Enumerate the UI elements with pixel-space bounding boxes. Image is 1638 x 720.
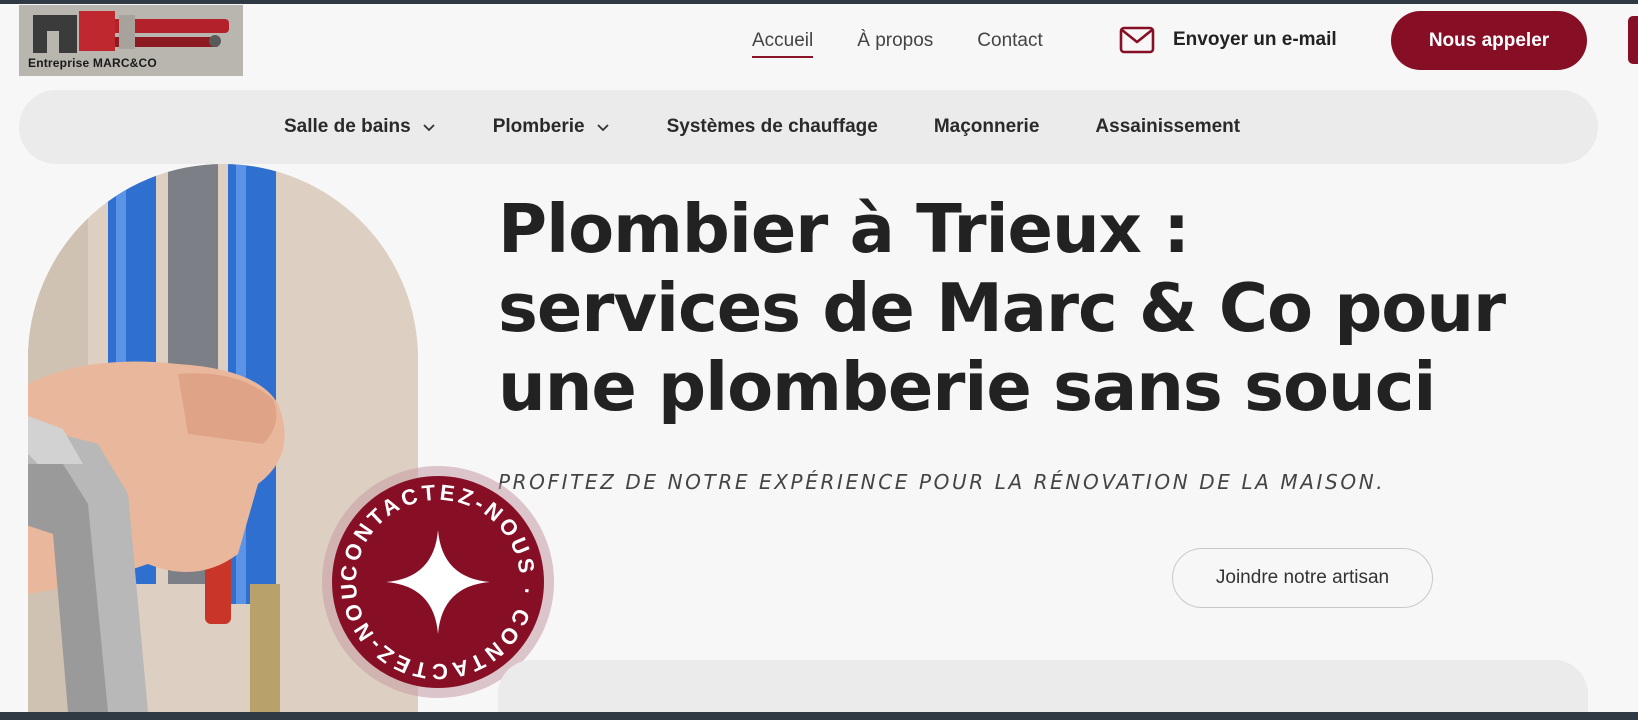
nav-link-a-propos[interactable]: À propos <box>857 30 933 58</box>
chevron-down-icon <box>596 124 609 132</box>
hero-subtitle: PROFITEZ DE NOTRE EXPÉRIENCE POUR LA RÉN… <box>498 470 1386 494</box>
menu-item-label: Plomberie <box>492 116 585 137</box>
call-button[interactable]: Nous appeler <box>1391 11 1587 70</box>
window-bottom-border <box>0 712 1638 720</box>
content-card <box>498 660 1588 720</box>
join-artisan-button[interactable]: Joindre notre artisan <box>1172 548 1433 608</box>
email-link[interactable]: Envoyer un e-mail <box>1119 26 1337 54</box>
menu-item-salle-de-bains[interactable]: Salle de bains <box>284 116 437 138</box>
logo-caption: Entreprise MARC&CO <box>28 56 157 70</box>
nav-link-accueil[interactable]: Accueil <box>752 30 814 58</box>
menu-item-label: Maçonnerie <box>933 116 1040 137</box>
company-logo[interactable]: Entreprise MARC&CO <box>19 5 243 76</box>
menu-item-assainissement[interactable]: Assainissement <box>1095 116 1240 138</box>
nav-link-contact[interactable]: Contact <box>977 30 1042 58</box>
envelope-icon <box>1119 26 1155 54</box>
top-navigation: Accueil À propos Contact <box>752 30 1043 58</box>
menu-item-label: Systèmes de chauffage <box>666 116 878 137</box>
menu-item-label: Salle de bains <box>284 116 411 137</box>
email-link-label: Envoyer un e-mail <box>1173 29 1337 50</box>
window-top-border <box>0 0 1638 4</box>
menu-item-systemes-de-chauffage[interactable]: Systèmes de chauffage <box>667 116 878 138</box>
side-tab[interactable] <box>1628 16 1638 64</box>
page-title: Plombier à Trieux : services de Marc & C… <box>498 190 1506 426</box>
category-menu: Salle de bains Plomberie Systèmes de cha… <box>284 116 1240 138</box>
menu-item-label: Assainissement <box>1095 116 1241 137</box>
chevron-down-icon <box>423 124 435 132</box>
menu-item-plomberie[interactable]: Plomberie <box>493 116 611 138</box>
menu-item-maconnerie[interactable]: Maçonnerie <box>934 116 1040 138</box>
